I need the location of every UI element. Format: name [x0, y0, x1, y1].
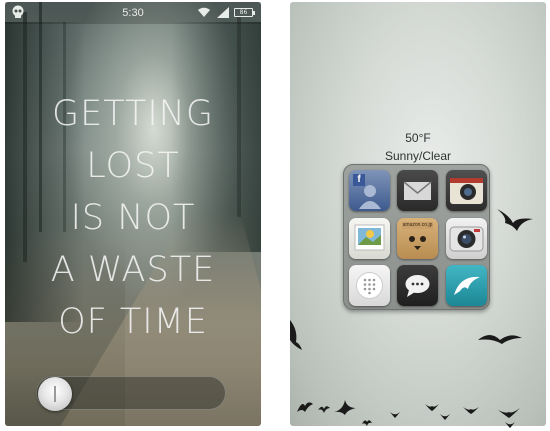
speech-bubble-icon	[405, 275, 430, 297]
quote-line: IS NOT	[70, 198, 196, 238]
wifi-icon	[198, 7, 210, 17]
bird-silhouette	[498, 408, 520, 418]
battery-icon: 86	[234, 8, 255, 17]
quote-line: LOST	[86, 146, 180, 186]
quote-line: OF TIME	[58, 302, 208, 342]
dialer-app-icon[interactable]	[349, 265, 390, 306]
envelope-icon	[403, 181, 432, 200]
status-bar: 5:30 86	[5, 2, 261, 24]
bird-silhouette	[497, 209, 533, 231]
keypad-icon	[356, 272, 383, 299]
quote-line: A WASTE	[50, 250, 216, 290]
dolphin-icon	[454, 276, 480, 295]
facebook-app-icon[interactable]: f	[349, 170, 390, 211]
messaging-app-icon[interactable]	[397, 265, 438, 306]
bird-silhouette	[440, 414, 450, 420]
retro-camera-app-icon[interactable]	[446, 170, 487, 211]
quote-line: GETTING	[51, 94, 214, 134]
bird-silhouette	[334, 400, 356, 415]
photo-icon	[354, 224, 385, 251]
amazon-label: amazon.co.jp	[402, 222, 433, 228]
mail-app-icon[interactable]	[397, 170, 438, 211]
dolphin-browser-app-icon[interactable]	[446, 265, 487, 306]
bird-silhouette	[390, 412, 400, 418]
bird-silhouette	[478, 335, 522, 344]
camera-app-icon[interactable]	[446, 218, 487, 259]
bird-silhouette	[425, 404, 439, 411]
bird-silhouette	[290, 320, 302, 350]
knob-grip-icon	[54, 386, 56, 402]
photo-gallery-app-icon[interactable]	[349, 218, 390, 259]
bird-silhouette	[362, 420, 372, 426]
signal-icon	[217, 7, 229, 18]
lock-quote: GETTING LOST IS NOT A WASTE OF TIME	[5, 88, 261, 348]
bird-silhouette	[505, 422, 515, 428]
bird-silhouette	[318, 406, 330, 413]
bird-silhouette	[463, 407, 479, 414]
camera-lens-icon	[449, 226, 484, 252]
amazon-box-app-icon[interactable]: amazon.co.jp	[397, 218, 438, 259]
weather-temperature: 50°F	[405, 131, 431, 145]
person-silhouette-icon	[359, 185, 381, 209]
retro-camera-icon	[450, 178, 483, 204]
unlock-slider-knob[interactable]	[38, 377, 72, 411]
weather-condition: Sunny/Clear	[384, 149, 452, 163]
bird-silhouette	[297, 402, 313, 412]
